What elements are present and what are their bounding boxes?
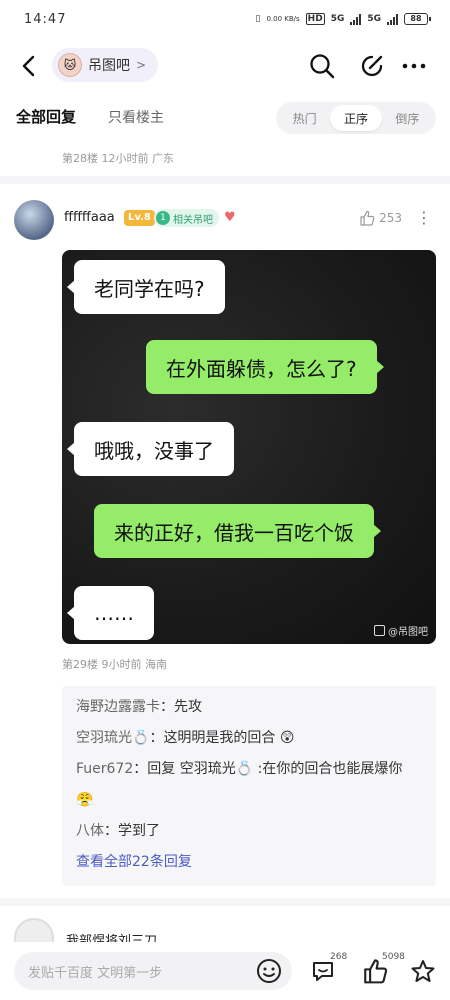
- list-item[interactable]: 海野边露露卡：先攻: [76, 692, 422, 723]
- vibrate-icon: ▯: [255, 14, 261, 24]
- post-like-count: 253: [379, 211, 402, 225]
- battery-icon: 88: [404, 13, 431, 25]
- list-item[interactable]: 八体：学到了: [76, 816, 422, 847]
- sort-ascending[interactable]: 正序: [330, 105, 382, 131]
- more-horizontal-icon: [402, 63, 426, 69]
- list-item[interactable]: 空羽琉光💍：这明明是我的回合 😲: [76, 723, 422, 754]
- star-icon: [411, 960, 435, 982]
- favorite-button[interactable]: [408, 956, 438, 986]
- network-speed: 0.00 KB/s: [266, 15, 300, 23]
- username[interactable]: ffffffaaa: [64, 210, 115, 225]
- signal-icon: [350, 13, 362, 25]
- chat-bubble-5: ……: [67, 586, 154, 640]
- search-button[interactable]: [306, 50, 338, 82]
- reply-author[interactable]: Fuer672: [76, 761, 133, 777]
- lungs-emoji-icon: ♥: [224, 210, 236, 225]
- like-count: 5098: [382, 952, 405, 962]
- post-more-icon[interactable]: ⋮: [416, 206, 432, 230]
- forum-name: 吊图吧: [88, 58, 130, 74]
- more-menu-button[interactable]: [398, 50, 430, 82]
- divider: [0, 898, 450, 906]
- chat-bubble-3: 哦哦，没事了: [67, 422, 234, 476]
- tab-owner-only[interactable]: 只看楼主: [108, 107, 164, 127]
- reply-input[interactable]: 发贴千百度 文明第一步: [14, 952, 292, 990]
- watermark-text: @吊图吧: [388, 627, 428, 638]
- list-item[interactable]: Fuer672：回复 空羽琉光💍 :在你的回合也能展爆你 😤: [76, 754, 422, 816]
- divider: [0, 176, 450, 184]
- bottom-bar: 发贴千百度 文明第一步 268 5098: [0, 942, 450, 1000]
- sort-descending[interactable]: 倒序: [382, 105, 433, 131]
- search-icon: [310, 54, 335, 79]
- reply-author[interactable]: 八体: [76, 823, 104, 839]
- filter-row: 全部回复 只看楼主 热门 正序 倒序: [0, 96, 450, 140]
- tab-all-replies[interactable]: 全部回复: [16, 106, 76, 127]
- chat-bubble-1: 老同学在吗?: [67, 260, 225, 314]
- chat-bubble-4: 来的正好，借我一百吃个饭: [94, 504, 381, 558]
- write-post-button[interactable]: [356, 50, 388, 82]
- post-image[interactable]: 老同学在吗? 在外面躲债，怎么了? 哦哦，没事了 来的正好，借我一百吃个饭 ………: [62, 250, 436, 644]
- fan-badge: 1 相关吊吧: [154, 209, 219, 227]
- reply-author[interactable]: 空羽琉光💍: [76, 730, 149, 746]
- reply-box: 海野边露露卡：先攻 空羽琉光💍：这明明是我的回合 😲 Fuer672：回复 空羽…: [62, 686, 436, 886]
- signal-label-2: 5G: [367, 14, 381, 24]
- hd-label: HD: [305, 13, 325, 25]
- prev-post-meta: 第28楼 12小时前 广东: [62, 152, 174, 165]
- fan-badge-number: 1: [156, 211, 170, 225]
- comment-count: 268: [330, 952, 348, 962]
- forum-avatar: 🐱: [58, 53, 82, 77]
- edit-icon: [361, 55, 383, 77]
- forum-pill-button[interactable]: 🐱 吊图吧 >: [52, 48, 159, 82]
- status-bar: 14:47 ▯ 0.00 KB/s HD 5G 5G 88: [0, 0, 450, 40]
- fan-badge-label: 相关吊吧: [173, 214, 213, 226]
- status-icons: ▯ 0.00 KB/s HD 5G 5G 88: [255, 13, 431, 25]
- watermark-logo-icon: [374, 625, 385, 636]
- signal-label-1: 5G: [330, 14, 345, 24]
- reply-input-placeholder: 发贴千百度 文明第一步: [28, 965, 163, 981]
- sort-toggle: 热门 正序 倒序: [276, 102, 436, 134]
- chevron-right-icon: >: [136, 58, 147, 72]
- status-time: 14:47: [24, 12, 67, 27]
- reply-author[interactable]: 海野边露露卡: [76, 699, 160, 715]
- thumbs-up-icon: [360, 210, 375, 226]
- reply-text: 这明明是我的回合 😲: [163, 730, 295, 746]
- reply-text: 学到了: [118, 823, 160, 839]
- image-watermark: @吊图吧: [374, 623, 428, 638]
- level-badge: Lv.8: [124, 210, 155, 226]
- emoji-icon[interactable]: [256, 958, 282, 984]
- view-all-replies-link[interactable]: 查看全部22条回复: [76, 847, 422, 878]
- sort-hot[interactable]: 热门: [279, 105, 330, 131]
- reply-text: 先攻: [174, 699, 202, 715]
- post-like-button[interactable]: 253: [359, 210, 402, 226]
- chat-bubble-2: 在外面躲债，怎么了?: [146, 340, 384, 394]
- signal-icon-2: [387, 13, 398, 25]
- back-button[interactable]: [14, 50, 42, 82]
- top-header: 🐱 吊图吧 >: [0, 42, 450, 90]
- post-meta: 第29楼 9小时前 海南: [62, 658, 167, 671]
- back-arrow-icon: [22, 55, 35, 77]
- avatar[interactable]: [14, 200, 54, 240]
